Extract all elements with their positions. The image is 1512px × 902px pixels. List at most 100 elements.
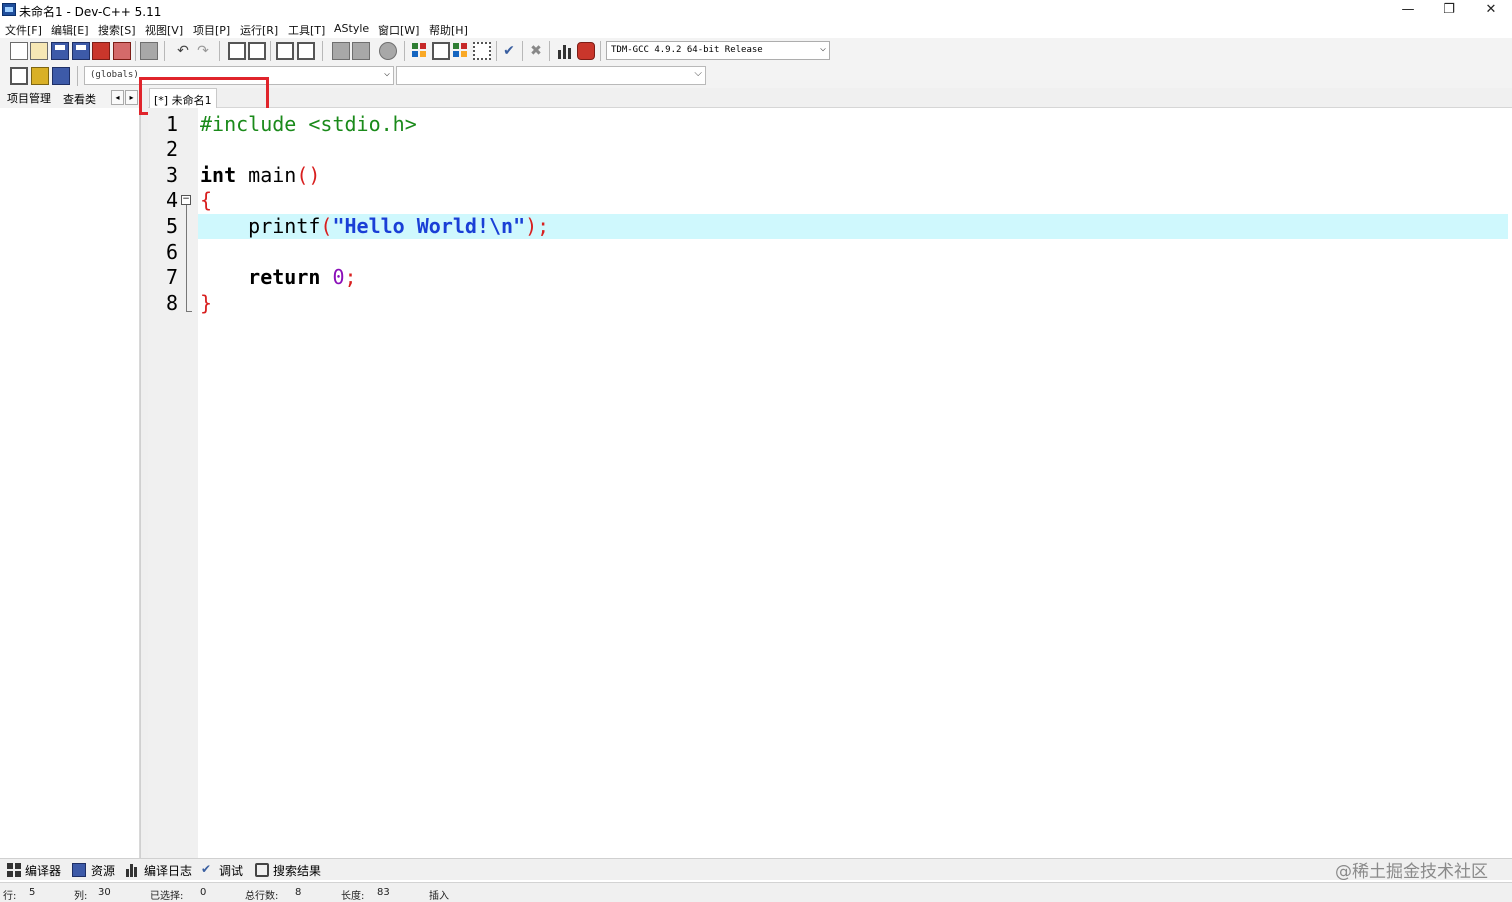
line-number: 2: [165, 137, 178, 161]
menu-project[interactable]: 项目[P]: [193, 22, 230, 38]
code-line-1: #include <stdio.h>: [200, 112, 417, 136]
toolbar-separator: [164, 41, 165, 61]
line-number: 3: [165, 163, 178, 187]
open-file-icon[interactable]: [30, 42, 48, 60]
string-literal: "Hello World!\n": [332, 214, 526, 238]
tab-compiler[interactable]: 编译器: [25, 862, 61, 879]
tab-scroll-right-icon[interactable]: ▸: [125, 90, 138, 105]
tab-resources[interactable]: 资源: [91, 862, 115, 879]
comment-icon[interactable]: [379, 42, 397, 60]
identifier-main: main: [236, 163, 297, 187]
insert-icon[interactable]: [452, 42, 470, 60]
menu-help[interactable]: 帮助[H]: [429, 22, 468, 38]
new-file-icon[interactable]: [10, 42, 28, 60]
toolbar-separator: [404, 41, 405, 61]
status-selected-value: 0: [200, 887, 207, 898]
stop-execution-icon[interactable]: ✖: [527, 42, 545, 60]
toolbar-separator: [219, 41, 220, 61]
tab-compile-log[interactable]: 编译日志: [144, 862, 192, 879]
keyword-return: return: [200, 265, 321, 289]
menu-run[interactable]: 运行[R]: [240, 22, 278, 38]
toolbar-separator: [270, 41, 271, 61]
paren: (: [320, 214, 333, 238]
line-number: 4: [165, 188, 178, 212]
minimize-button[interactable]: —: [1387, 0, 1429, 20]
resources-icon: [72, 863, 86, 877]
paren: (): [296, 163, 321, 187]
toggle-view-icon[interactable]: [473, 42, 491, 60]
search-icon: [255, 863, 269, 877]
tab-scroll-left-icon[interactable]: ◂: [111, 90, 124, 105]
member-combo[interactable]: ⌵: [396, 66, 706, 85]
toolbar-separator: [549, 41, 550, 61]
watermark-text: @稀土掘金技术社区: [1335, 862, 1488, 882]
project-window-icon[interactable]: [432, 42, 450, 60]
window-title: 未命名1 - Dev-C++ 5.11: [19, 5, 162, 19]
goto-line-icon[interactable]: [276, 42, 294, 60]
status-lines-value: 8: [295, 887, 302, 898]
tab-debug[interactable]: 调试: [219, 862, 243, 879]
menu-view[interactable]: 视图[V]: [145, 22, 183, 38]
save-all-icon[interactable]: [72, 42, 90, 60]
menu-astyle[interactable]: AStyle: [334, 22, 369, 35]
code-line-5: printf("Hello World!\n");: [200, 214, 549, 239]
indent-icon[interactable]: [332, 42, 350, 60]
delete-profile-icon[interactable]: [577, 42, 595, 60]
restore-button[interactable]: ❐: [1428, 0, 1470, 20]
project-tree-panel[interactable]: [0, 108, 140, 858]
class-browser-icon[interactable]: [52, 67, 70, 85]
unindent-icon[interactable]: [352, 42, 370, 60]
code-line-3: int main(): [200, 163, 320, 188]
toolbar-separator: [322, 41, 323, 61]
menu-bar: 文件[F] 编辑[E] 搜索[S] 视图[V] 项目[P] 运行[R] 工具[T…: [0, 20, 1512, 38]
status-bar: 行: 5 列: 30 已选择: 0 总行数: 8 长度: 83 插入: [0, 882, 1512, 902]
fold-collapse-icon[interactable]: −: [181, 195, 191, 205]
close-all-icon[interactable]: [113, 42, 131, 60]
menu-search[interactable]: 搜索[S]: [98, 22, 136, 38]
find-icon[interactable]: [228, 42, 246, 60]
replace-icon[interactable]: [248, 42, 266, 60]
menu-tools[interactable]: 工具[T]: [288, 22, 325, 38]
close-button[interactable]: ✕: [1470, 0, 1512, 20]
menu-file[interactable]: 文件[F]: [5, 22, 42, 38]
tab-project-manager[interactable]: 项目管理: [7, 90, 51, 106]
redo-icon[interactable]: ↷: [194, 42, 212, 60]
line-number: 5: [165, 214, 178, 238]
compiler-select[interactable]: TDM-GCC 4.9.2 64-bit Release ⌵: [606, 41, 830, 60]
undo-icon[interactable]: ↶: [174, 42, 192, 60]
menu-edit[interactable]: 编辑[E]: [51, 22, 89, 38]
app-icon: [2, 3, 16, 16]
status-col-label: 列:: [74, 891, 88, 902]
title-bar: 未命名1 - Dev-C++ 5.11 — ❐ ✕: [0, 0, 1512, 20]
status-length-label: 长度:: [341, 891, 365, 902]
toolbar-separator: [496, 41, 497, 61]
status-insert-mode: 插入: [429, 891, 449, 902]
status-selected-label: 已选择:: [150, 891, 184, 902]
chevron-down-icon: ⌵: [819, 43, 826, 54]
toolbar-separator: [600, 41, 601, 61]
toggle-bookmark-icon[interactable]: [297, 42, 315, 60]
status-row-value: 5: [29, 887, 36, 898]
menu-window[interactable]: 窗口[W]: [378, 22, 419, 38]
line-number: 7: [165, 265, 178, 289]
compiler-icon: [7, 863, 21, 877]
profile-analysis-icon[interactable]: [556, 42, 574, 60]
save-icon[interactable]: [51, 42, 69, 60]
new-project-icon[interactable]: [411, 42, 429, 60]
tab-class-view[interactable]: 查看类: [63, 91, 96, 107]
toolbar-separator: [135, 41, 136, 61]
tab-search-results[interactable]: 搜索结果: [273, 862, 321, 879]
left-panel-tabs: 项目管理 查看类 ◂ ▸: [0, 88, 142, 108]
check-syntax-icon[interactable]: ✔: [500, 42, 518, 60]
status-row-label: 行:: [3, 891, 17, 902]
code-line-4: {: [200, 188, 213, 212]
scope-combo-value: (globals): [90, 70, 139, 80]
debug-check-icon: ✔: [201, 862, 212, 876]
goto-definition-icon[interactable]: [31, 67, 49, 85]
print-icon[interactable]: [140, 42, 158, 60]
status-lines-label: 总行数:: [245, 891, 279, 902]
goto-declaration-icon[interactable]: [10, 67, 28, 85]
toolbar-separator: [77, 66, 78, 86]
close-file-icon[interactable]: [92, 42, 110, 60]
panel-splitter[interactable]: [140, 88, 148, 858]
